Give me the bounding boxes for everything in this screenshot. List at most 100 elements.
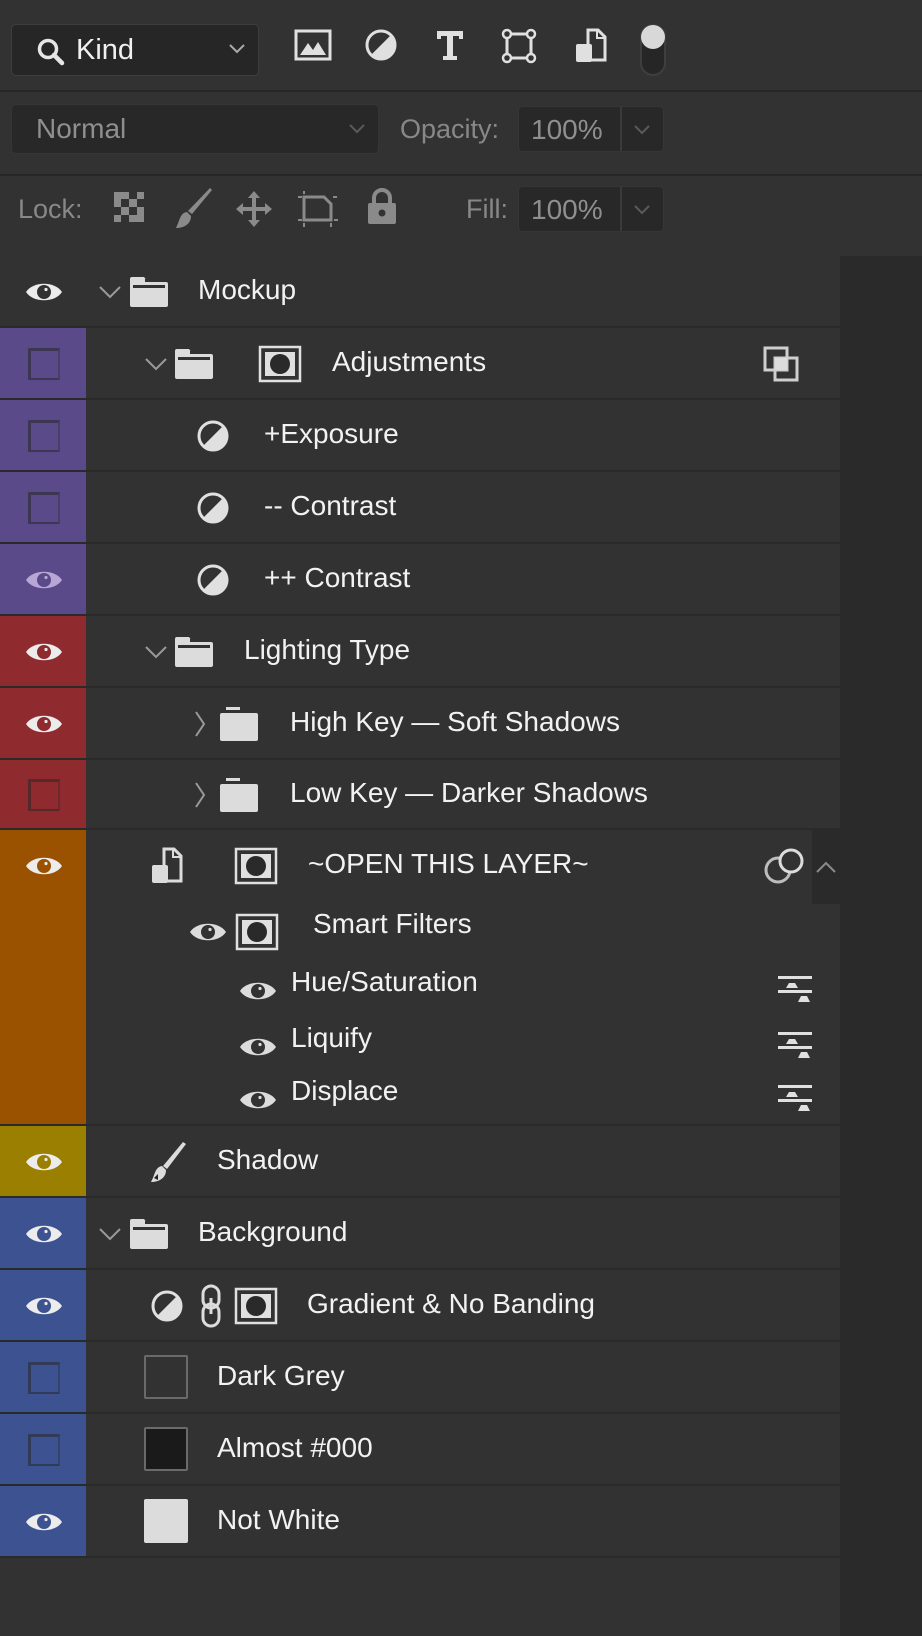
blending-options-icon[interactable]	[776, 1083, 814, 1118]
visibility-eye-icon[interactable]	[25, 567, 63, 598]
layer-name: Background	[198, 1216, 348, 1247]
layer-filter-bar: Kind	[0, 0, 922, 92]
visibility-eye-icon[interactable]	[25, 711, 63, 742]
layer-color-label	[0, 1270, 86, 1340]
layer-row-background[interactable]: Background	[0, 1198, 840, 1270]
layer-name: High Key — Soft Shadows	[290, 706, 620, 737]
smart-filter-liquify: Liquify	[291, 1022, 372, 1053]
layer-color-label	[0, 400, 86, 470]
chevron-down-icon[interactable]	[98, 1226, 122, 1247]
layer-row-low-key-darker-shadows[interactable]: Low Key — Darker Shadows	[0, 760, 840, 830]
lock-all-icon[interactable]	[366, 188, 398, 226]
chevron-down-icon[interactable]	[98, 284, 122, 305]
folder-icon	[128, 1217, 170, 1256]
visibility-eye-icon[interactable]	[25, 279, 63, 310]
layer-mask-thumbnail[interactable]	[234, 1287, 278, 1330]
visibility-eye-icon[interactable]	[25, 1293, 63, 1324]
layers-scrollbar-track[interactable]	[840, 256, 922, 1636]
layer-color-label	[0, 472, 86, 542]
filter-toggle-switch[interactable]	[640, 24, 666, 76]
lock-image-pixels-icon[interactable]	[174, 186, 214, 230]
smart-object-filter-icon[interactable]	[574, 28, 608, 64]
lock-transparent-pixels-icon[interactable]	[112, 190, 146, 224]
layer-color-label	[0, 830, 86, 1124]
visibility-eye-icon[interactable]	[25, 853, 63, 884]
layer-color-label	[0, 1414, 86, 1484]
visibility-toggle-empty[interactable]	[28, 1362, 60, 1394]
toggle-knob	[641, 25, 665, 49]
layer-row-contrast[interactable]: ++ Contrast	[0, 544, 840, 616]
divider	[620, 187, 622, 231]
smart-filters-mask-thumbnail[interactable]	[235, 913, 279, 956]
color-fill-swatch	[144, 1427, 188, 1471]
clipping-icon	[762, 345, 800, 388]
lock-artboard-icon[interactable]	[296, 190, 340, 228]
visibility-toggle-empty[interactable]	[28, 492, 60, 524]
layer-color-label	[0, 616, 86, 686]
filter-eye-icon[interactable]	[239, 1034, 277, 1065]
layer-row-open-this-layer[interactable]: ~OPEN THIS LAYER~ Smart Filters Hue/Satura…	[0, 830, 840, 1126]
filter-eye-icon[interactable]	[239, 1087, 277, 1118]
lock-position-icon[interactable]	[235, 190, 273, 228]
layer-row-not-white[interactable]: Not White	[0, 1486, 840, 1558]
smart-object-icon	[150, 847, 184, 890]
color-fill-swatch	[144, 1499, 188, 1543]
visibility-eye-icon[interactable]	[25, 639, 63, 670]
smart-filters-eye-icon[interactable]	[189, 919, 227, 950]
chevron-down-icon[interactable]	[633, 124, 651, 136]
layer-color-label	[0, 1342, 86, 1412]
visibility-eye-icon[interactable]	[25, 1149, 63, 1180]
layer-color-label	[0, 760, 86, 828]
smart-filter-displace: Displace	[291, 1075, 399, 1106]
layer-row-dark-grey[interactable]: Dark Grey	[0, 1342, 840, 1414]
chevron-right-icon[interactable]	[194, 710, 206, 743]
visibility-toggle-empty[interactable]	[28, 779, 60, 811]
chevron-right-icon[interactable]	[194, 781, 206, 814]
folder-icon	[128, 275, 170, 314]
chevron-down-icon[interactable]	[144, 356, 168, 377]
layer-row-shadow[interactable]: Shadow	[0, 1126, 840, 1198]
visibility-toggle-empty[interactable]	[28, 1434, 60, 1466]
layer-row-lighting-type[interactable]: Lighting Type	[0, 616, 840, 688]
brush-layer-icon	[148, 1140, 188, 1189]
blend-mode-dropdown[interactable]: Normal	[11, 104, 379, 154]
pixel-layer-filter-icon[interactable]	[294, 28, 332, 62]
adjustment-layer-icon	[150, 1289, 184, 1328]
layer-row-gradient-no-banding[interactable]: Gradient & No Banding	[0, 1270, 840, 1342]
filter-kind-label: Kind	[76, 34, 135, 66]
layer-row-mockup[interactable]: Mockup	[0, 256, 840, 328]
layer-name: Gradient & No Banding	[307, 1288, 595, 1319]
visibility-eye-icon[interactable]	[25, 1221, 63, 1252]
layer-mask-thumbnail[interactable]	[258, 345, 302, 388]
layer-row-contrast[interactable]: -- Contrast	[0, 472, 840, 544]
filter-kind-dropdown[interactable]: Kind	[11, 24, 259, 76]
layer-color-label	[0, 328, 86, 398]
layer-name: Lighting Type	[244, 634, 411, 665]
layer-row-adjustments[interactable]: Adjustments	[0, 328, 840, 400]
chevron-down-icon[interactable]	[633, 204, 651, 216]
collapse-effects-button[interactable]	[812, 830, 840, 904]
blending-options-icon[interactable]	[776, 1030, 814, 1065]
layer-name: -- Contrast	[264, 490, 397, 521]
layer-row-almost-000[interactable]: Almost #000	[0, 1414, 840, 1486]
fill-field[interactable]: 100%	[518, 186, 664, 232]
blending-options-icon[interactable]	[776, 974, 814, 1009]
adjustment-layer-icon	[196, 491, 230, 530]
shape-layer-filter-icon[interactable]	[501, 28, 537, 64]
visibility-toggle-empty[interactable]	[28, 420, 60, 452]
link-icon[interactable]	[200, 1284, 222, 1333]
chevron-down-icon	[349, 124, 365, 134]
adjustment-layer-filter-icon[interactable]	[364, 28, 398, 62]
chevron-down-icon[interactable]	[144, 644, 168, 665]
visibility-eye-icon[interactable]	[25, 1509, 63, 1540]
layer-mask-thumbnail[interactable]	[234, 847, 278, 890]
visibility-toggle-empty[interactable]	[28, 348, 60, 380]
filter-eye-icon[interactable]	[239, 978, 277, 1009]
opacity-field[interactable]: 100%	[518, 106, 664, 152]
layer-row-high-key-soft-shadows[interactable]: High Key — Soft Shadows	[0, 688, 840, 760]
layer-color-label	[0, 1198, 86, 1268]
type-layer-filter-icon[interactable]	[434, 28, 466, 62]
color-fill-swatch	[144, 1355, 188, 1399]
smart-filter-hue-saturation: Hue/Saturation	[291, 966, 478, 997]
layer-row-exposure[interactable]: +Exposure	[0, 400, 840, 472]
